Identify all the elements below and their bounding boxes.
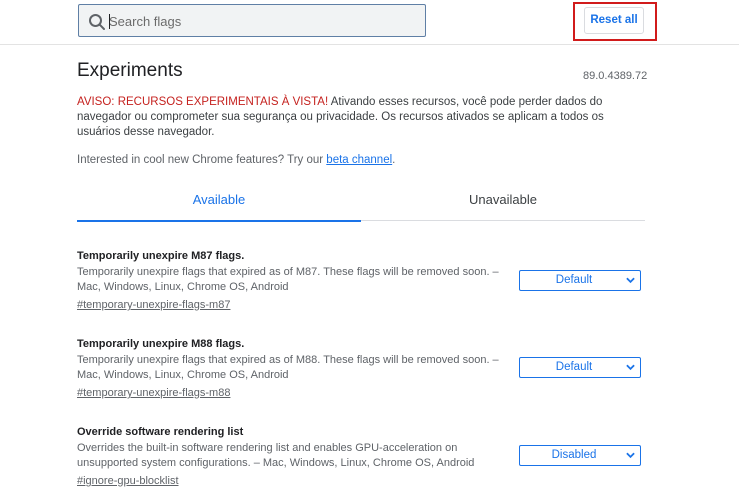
tab-available[interactable]: Available	[77, 185, 361, 222]
flag-state-select[interactable]: Disabled	[519, 445, 641, 466]
flag-anchor-link[interactable]: #temporary-unexpire-flags-m88	[77, 387, 230, 399]
chevron-down-icon	[626, 364, 635, 371]
tab-bar: Available Unavailable	[77, 185, 645, 222]
flag-state-select[interactable]: Default	[519, 270, 641, 291]
flag-name: Temporarily unexpire M88 flags.	[77, 338, 245, 350]
flag-anchor-link[interactable]: #ignore-gpu-blocklist	[77, 475, 179, 487]
chevron-down-icon	[626, 277, 635, 284]
version-label: 89.0.4389.72	[583, 70, 648, 82]
select-value: Disabled	[551, 449, 597, 461]
flag-anchor-link[interactable]: #temporary-unexpire-flags-m87	[77, 299, 230, 311]
warning-text: AVISO: RECURSOS EXPERIMENTAIS À VISTA! A…	[77, 95, 642, 140]
flag-description: Temporarily unexpire flags that expired …	[77, 354, 499, 381]
promo-suffix: .	[392, 154, 396, 166]
page-title: Experiments	[77, 60, 183, 81]
search-input[interactable]	[109, 9, 409, 33]
header: Reset all	[0, 0, 739, 45]
flag-description: Temporarily unexpire flags that expired …	[77, 266, 499, 293]
tab-unavailable[interactable]: Unavailable	[361, 185, 645, 221]
search-box[interactable]	[78, 4, 426, 37]
flag-description: Overrides the built-in software renderin…	[77, 442, 475, 469]
text-caret	[109, 14, 110, 29]
promo-prefix: Interested in cool new Chrome features? …	[77, 154, 327, 166]
flag-state-select[interactable]: Default	[519, 357, 641, 378]
flag-name: Temporarily unexpire M87 flags.	[77, 250, 245, 262]
select-value: Default	[555, 274, 593, 286]
promo-text: Interested in cool new Chrome features? …	[77, 154, 395, 166]
reset-all-button[interactable]: Reset all	[584, 7, 644, 34]
beta-channel-link[interactable]: beta channel	[326, 154, 392, 166]
flag-name: Override software rendering list	[77, 426, 244, 438]
search-icon	[89, 14, 105, 30]
select-value: Default	[555, 361, 593, 373]
chevron-down-icon	[626, 452, 635, 459]
warning-strong: AVISO: RECURSOS EXPERIMENTAIS À VISTA!	[77, 96, 329, 108]
